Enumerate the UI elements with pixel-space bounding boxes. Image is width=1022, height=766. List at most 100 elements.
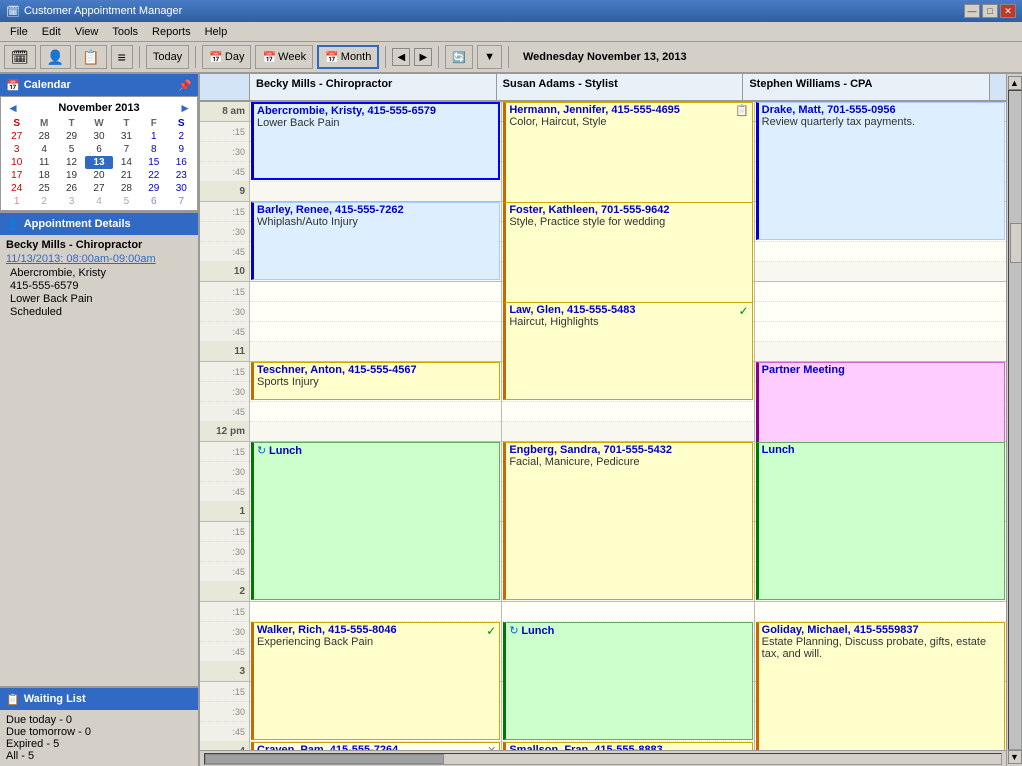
schedule-slot[interactable] bbox=[250, 602, 501, 622]
filter-button[interactable]: ▼ bbox=[477, 45, 502, 69]
cal-day[interactable]: 23 bbox=[168, 169, 195, 182]
cal-day[interactable]: 30 bbox=[85, 130, 112, 143]
toolbar-icon-1[interactable]: 🗓 bbox=[4, 45, 36, 69]
schedule-slot[interactable] bbox=[250, 182, 501, 202]
cal-day[interactable]: 3 bbox=[58, 195, 85, 208]
schedule-slot[interactable] bbox=[755, 302, 1006, 322]
appointment[interactable]: Abercrombie, Kristy, 415-555-6579Lower B… bbox=[251, 102, 500, 180]
appointment[interactable]: Goliday, Michael, 415-5559837Estate Plan… bbox=[756, 622, 1005, 750]
cal-day[interactable]: 5 bbox=[113, 195, 140, 208]
cal-day[interactable]: 26 bbox=[58, 182, 85, 195]
right-scrollbar[interactable]: ▲ ▼ bbox=[1006, 74, 1022, 766]
cal-day[interactable]: 2 bbox=[30, 195, 57, 208]
week-button[interactable]: 📅 Week bbox=[255, 45, 313, 69]
schedule-slot[interactable] bbox=[250, 422, 501, 442]
scroll-track[interactable] bbox=[1008, 90, 1022, 750]
cal-day[interactable]: 31 bbox=[113, 130, 140, 143]
cal-day[interactable]: 9 bbox=[168, 143, 195, 156]
today-button[interactable]: Today bbox=[146, 45, 189, 69]
cal-day[interactable]: 3 bbox=[3, 143, 30, 156]
appt-datetime[interactable]: 11/13/2013: 08:00am-09:00am bbox=[6, 253, 192, 265]
cal-day[interactable]: 20 bbox=[85, 169, 112, 182]
cal-day[interactable]: 25 bbox=[30, 182, 57, 195]
menu-help[interactable]: Help bbox=[199, 25, 234, 39]
cal-day[interactable]: 16 bbox=[168, 156, 195, 169]
refresh-button[interactable]: 🔄 bbox=[445, 45, 473, 69]
maximize-button[interactable]: □ bbox=[982, 4, 998, 18]
appointment[interactable]: Lunch bbox=[756, 442, 1005, 600]
cal-day[interactable]: 1 bbox=[140, 130, 167, 143]
appointment[interactable]: Engberg, Sandra, 701-555-5432Facial, Man… bbox=[503, 442, 752, 600]
provider-stephen[interactable]: Drake, Matt, 701-555-0956Review quarterl… bbox=[755, 102, 1006, 750]
toolbar-icon-2[interactable]: 👤 bbox=[40, 45, 71, 69]
appointment[interactable]: ✓Law, Glen, 415-555-5483Haircut, Highlig… bbox=[503, 302, 752, 400]
cal-day[interactable]: 28 bbox=[113, 182, 140, 195]
cal-day[interactable]: 11 bbox=[30, 156, 57, 169]
appointment[interactable]: Teschner, Anton, 415-555-4567Sports Inju… bbox=[251, 362, 500, 400]
cal-day[interactable]: 15 bbox=[140, 156, 167, 169]
cal-day[interactable]: 30 bbox=[168, 182, 195, 195]
scroll-up-button[interactable]: ▲ bbox=[1008, 76, 1022, 90]
cal-day[interactable]: 10 bbox=[3, 156, 30, 169]
schedule-grid[interactable]: 8 am:15:30:459:15:30:4510:15:30:4511:15:… bbox=[200, 102, 1006, 750]
schedule-slot[interactable] bbox=[755, 262, 1006, 282]
cal-day[interactable]: 4 bbox=[85, 195, 112, 208]
cal-day[interactable]: 27 bbox=[3, 130, 30, 143]
schedule-slot[interactable] bbox=[755, 282, 1006, 302]
appointment[interactable]: ↻ Lunch bbox=[251, 442, 500, 600]
popup-close-button[interactable]: ✕ bbox=[487, 744, 496, 750]
schedule-slot[interactable] bbox=[755, 242, 1006, 262]
cal-day[interactable]: 17 bbox=[3, 169, 30, 182]
prev-button[interactable]: ◀ bbox=[392, 48, 410, 66]
scroll-down-button[interactable]: ▼ bbox=[1008, 750, 1022, 764]
cal-day[interactable]: 1 bbox=[3, 195, 30, 208]
calendar-expand-button[interactable]: 📌 bbox=[178, 79, 192, 92]
schedule-slot[interactable] bbox=[250, 402, 501, 422]
schedule-slot[interactable] bbox=[250, 302, 501, 322]
menu-tools[interactable]: Tools bbox=[106, 25, 144, 39]
h-scrollbar-thumb[interactable] bbox=[205, 754, 444, 764]
h-scrollbar-track[interactable] bbox=[204, 753, 1002, 765]
schedule-slot[interactable] bbox=[250, 282, 501, 302]
prev-month-button[interactable]: ◄ bbox=[7, 101, 19, 115]
appointment[interactable]: ↻ Lunch bbox=[503, 622, 752, 740]
cal-day[interactable]: 6 bbox=[140, 195, 167, 208]
appointment[interactable]: ✓Walker, Rich, 415-555-8046Experiencing … bbox=[251, 622, 500, 740]
cal-day[interactable]: 29 bbox=[58, 130, 85, 143]
minimize-button[interactable]: — bbox=[964, 4, 980, 18]
menu-view[interactable]: View bbox=[69, 25, 105, 39]
appointment[interactable]: Drake, Matt, 701-555-0956Review quarterl… bbox=[756, 102, 1005, 240]
schedule-slot[interactable] bbox=[755, 602, 1006, 622]
toolbar-icon-3[interactable]: 📋 bbox=[75, 45, 106, 69]
appointment-popup[interactable]: ✕Craven, Pam, 415-555-7264Joint Pain bbox=[251, 742, 500, 750]
cal-day[interactable]: 21 bbox=[113, 169, 140, 182]
cal-day-today[interactable]: 13 bbox=[85, 156, 112, 169]
cal-day[interactable]: 19 bbox=[58, 169, 85, 182]
cal-day[interactable]: 7 bbox=[113, 143, 140, 156]
cal-day[interactable]: 4 bbox=[30, 143, 57, 156]
cal-day[interactable]: 28 bbox=[30, 130, 57, 143]
appointment[interactable]: Smallson, Fran, 415-555-8883Haircut bbox=[503, 742, 752, 750]
cal-day[interactable]: 5 bbox=[58, 143, 85, 156]
cal-day[interactable]: 12 bbox=[58, 156, 85, 169]
cal-day[interactable]: 24 bbox=[3, 182, 30, 195]
cal-day[interactable]: 18 bbox=[30, 169, 57, 182]
schedule-slot[interactable] bbox=[755, 322, 1006, 342]
cal-day[interactable]: 22 bbox=[140, 169, 167, 182]
schedule-slot[interactable] bbox=[250, 322, 501, 342]
toolbar-icon-4[interactable]: ≡ bbox=[111, 45, 133, 69]
cal-day[interactable]: 8 bbox=[140, 143, 167, 156]
provider-susan[interactable]: 📋Hermann, Jennifer, 415-555-4695Color, H… bbox=[502, 102, 754, 750]
next-month-button[interactable]: ► bbox=[179, 101, 191, 115]
schedule-slot[interactable] bbox=[250, 342, 501, 362]
provider-becky[interactable]: Abercrombie, Kristy, 415-555-6579Lower B… bbox=[250, 102, 502, 750]
cal-day[interactable]: 2 bbox=[168, 130, 195, 143]
appointment[interactable]: Barley, Renee, 415-555-7262Whiplash/Auto… bbox=[251, 202, 500, 280]
schedule-slot[interactable] bbox=[755, 342, 1006, 362]
scroll-thumb[interactable] bbox=[1010, 223, 1022, 263]
menu-file[interactable]: File bbox=[4, 25, 34, 39]
schedule-slot[interactable] bbox=[502, 402, 753, 422]
cal-day[interactable]: 7 bbox=[168, 195, 195, 208]
cal-day[interactable]: 6 bbox=[85, 143, 112, 156]
cal-day[interactable]: 14 bbox=[113, 156, 140, 169]
